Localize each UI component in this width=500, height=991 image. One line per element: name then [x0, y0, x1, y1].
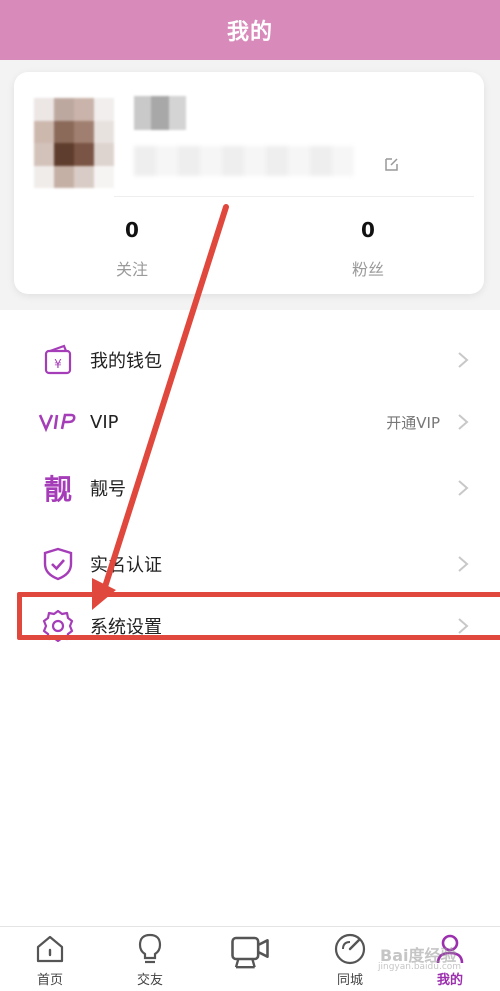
avatar[interactable] — [34, 98, 114, 188]
pretty-number-icon-glyph: 靓 — [43, 473, 72, 506]
following-stat[interactable]: 0 关注 — [72, 218, 192, 280]
home-icon — [36, 935, 64, 963]
profile-card[interactable]: 0 关注 0 粉丝 — [14, 72, 484, 294]
shield-check-icon — [38, 544, 78, 584]
tab-home[interactable]: 首页 — [10, 931, 90, 988]
menu-item-real-name-auth[interactable]: 实名认证 — [0, 534, 500, 594]
following-label: 关注 — [115, 260, 148, 279]
page-title: 我的 — [226, 20, 273, 45]
fans-label: 粉丝 — [351, 260, 384, 279]
menu-item-label: VIP — [90, 411, 119, 433]
chevron-right-icon — [458, 556, 469, 572]
menu-item-label: 实名认证 — [90, 555, 162, 576]
tab-label: 首页 — [36, 973, 63, 988]
username-blurred — [134, 96, 186, 130]
radar-icon — [334, 933, 366, 965]
menu-item-wallet[interactable]: ¥ 我的钱包 — [0, 330, 500, 390]
lightbulb-icon — [138, 933, 162, 964]
vip-icon — [38, 402, 78, 442]
wallet-icon: ¥ — [38, 340, 78, 380]
menu-item-vip[interactable]: VIP 开通VIP — [0, 392, 500, 452]
profile-divider — [114, 196, 474, 197]
tab-video[interactable] — [210, 931, 290, 975]
menu-item-pretty-number[interactable]: 靓 靓号 — [0, 458, 500, 518]
tab-friends[interactable]: 交友 — [110, 931, 190, 988]
chevron-right-icon — [458, 414, 469, 430]
following-count: 0 — [125, 218, 139, 242]
open-vip-hint: 开通VIP — [386, 413, 440, 432]
top-header: 我的 — [0, 0, 500, 60]
video-camera-icon — [231, 936, 269, 969]
tab-nearby[interactable]: 同城 — [310, 931, 390, 988]
tab-label: 交友 — [136, 973, 163, 988]
pretty-number-icon: 靓 — [38, 468, 78, 508]
fans-stat[interactable]: 0 粉丝 — [308, 218, 428, 280]
svg-text:¥: ¥ — [54, 357, 62, 371]
chevron-right-icon — [458, 352, 469, 368]
menu-item-label: 我的钱包 — [90, 351, 162, 372]
annotation-highlight-box — [17, 592, 500, 640]
watermark-url: jingyan.baidu.com — [378, 962, 462, 972]
chevron-right-icon — [458, 480, 469, 496]
menu-item-label: 靓号 — [90, 479, 126, 500]
signature-blurred — [134, 146, 354, 176]
edit-icon[interactable] — [382, 154, 402, 174]
fans-count: 0 — [361, 218, 375, 242]
